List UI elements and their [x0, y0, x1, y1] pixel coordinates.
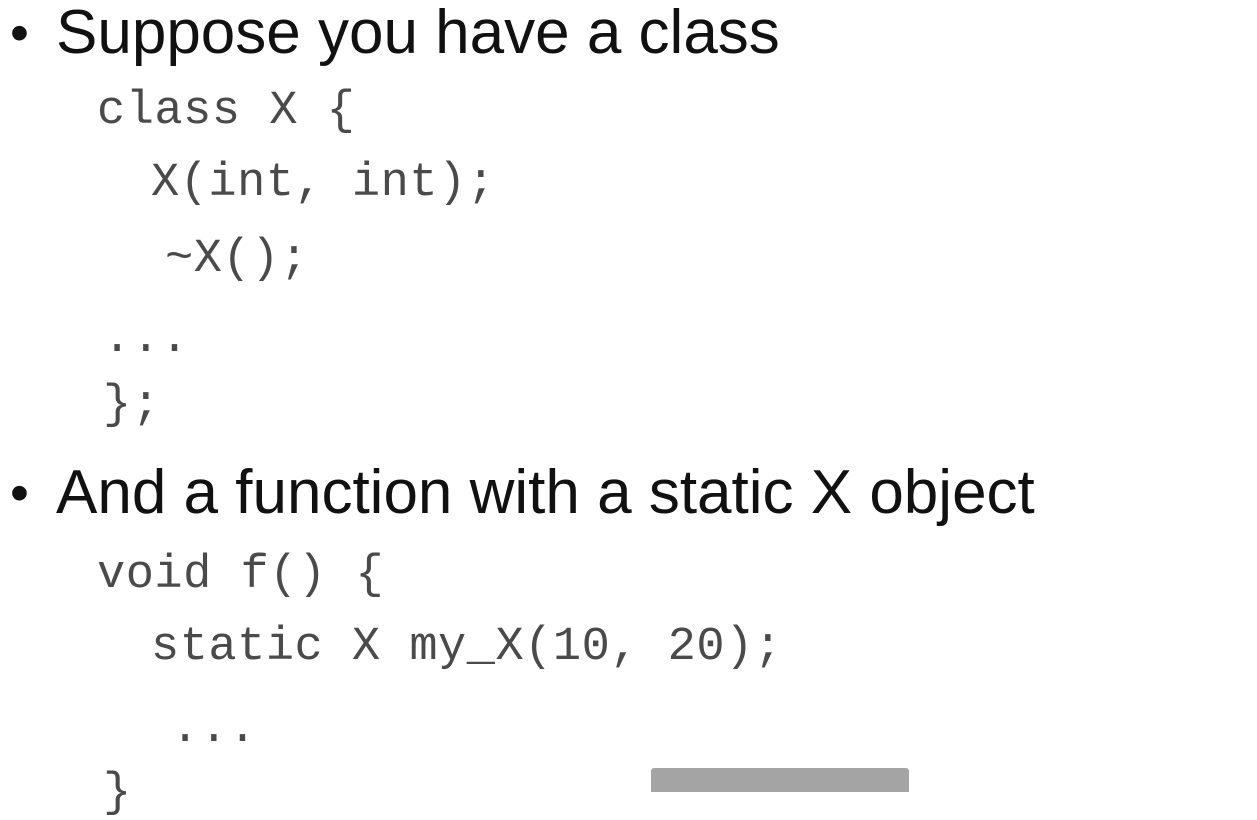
code-line-class-decl: class X {: [97, 85, 356, 138]
bullet-1: • Suppose you have a class: [10, 2, 780, 64]
code-line-destructor: ~X();: [165, 233, 309, 286]
bullet-1-text: Suppose you have a class: [56, 0, 780, 67]
code-line-function-decl: void f() {: [97, 549, 385, 602]
bullet-1-marker: •: [10, 3, 29, 63]
bullet-2-text: And a function with a static X object: [56, 458, 1035, 527]
code-line-function-close: }: [103, 767, 132, 820]
bullet-2-marker: •: [10, 463, 29, 523]
subtitle-overlay-box: [651, 768, 909, 792]
code-line-ellipsis-2: ...: [171, 703, 258, 756]
code-line-class-close: };: [103, 379, 161, 432]
code-line-ellipsis-1: ...: [103, 313, 190, 366]
code-line-constructor: X(int, int);: [151, 157, 496, 210]
bullet-2: • And a function with a static X object: [10, 462, 1035, 524]
code-line-static-object: static X my_X(10, 20);: [151, 621, 783, 674]
slide-content: • Suppose you have a class class X { X(in…: [0, 0, 1257, 818]
